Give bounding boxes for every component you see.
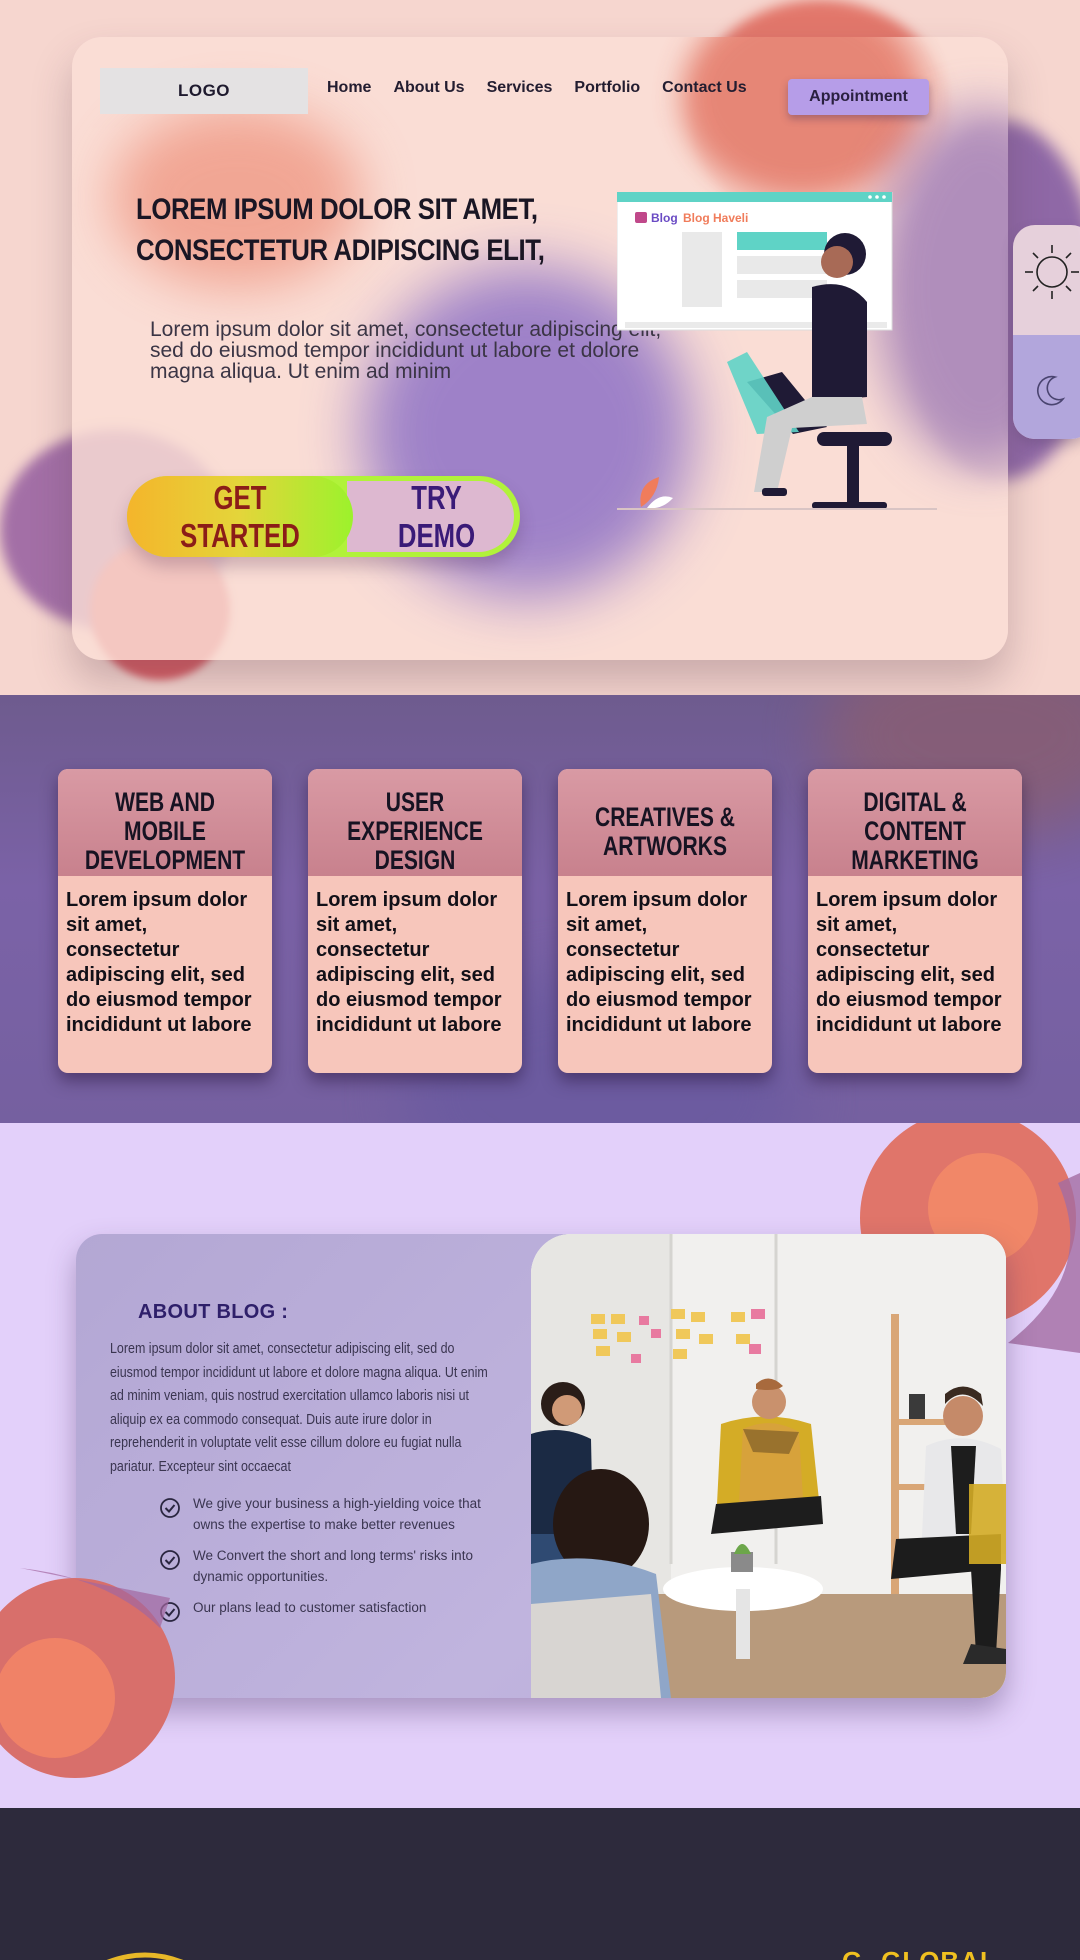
footer-logo-icon: [106, 1952, 184, 1960]
hero-section: LOGO Home About Us Services Portfolio Co…: [0, 0, 1080, 695]
team-meeting-photo: [531, 1234, 1006, 1698]
person-laptop-illustration: Blog Blog Haveli: [617, 192, 937, 510]
nav-about-us[interactable]: About Us: [393, 79, 464, 97]
list-item: We give your business a high-yielding vo…: [159, 1493, 493, 1535]
get-started-button[interactable]: GET STARTED: [127, 476, 353, 557]
nav-contact-us[interactable]: Contact Us: [662, 79, 746, 97]
hero-description: Lorem ipsum dolor sit amet, consectetur …: [150, 318, 662, 383]
list-item: Our plans lead to customer satisfaction: [159, 1597, 493, 1623]
decorative-swirl: [0, 1568, 175, 1778]
decorative-blob: [682, 37, 922, 197]
appointment-button[interactable]: Appointment: [788, 79, 929, 115]
check-circle-icon: [160, 1498, 180, 1518]
hero-title-line-1: LOREM IPSUM DOLOR SIT AMET,: [136, 193, 538, 226]
cta-group: GET STARTED TRY DEMO: [127, 476, 520, 557]
nav-services[interactable]: Services: [487, 79, 553, 97]
hero-title: LOREM IPSUM DOLOR SIT AMET, CONSECTETUR …: [136, 189, 545, 271]
theme-toggle[interactable]: [1013, 225, 1080, 439]
service-description: Lorem ipsum dolor sit amet, consectetur …: [816, 889, 1002, 1036]
service-card-ux-design[interactable]: USER EXPERIENCE DESIGN Lorem ipsum dolor…: [308, 769, 522, 1073]
about-title: ABOUT BLOG :: [138, 1301, 289, 1323]
hero-title-line-2: CONSECTETUR ADIPISCING ELIT,: [136, 234, 545, 267]
illustration-brand: Blog Haveli: [683, 211, 748, 225]
try-demo-button[interactable]: TRY DEMO: [353, 476, 520, 557]
hero-card: LOGO Home About Us Services Portfolio Co…: [72, 37, 1008, 660]
footer-section: G- GLOBAL: [0, 1808, 1080, 1960]
service-card-creatives[interactable]: CREATIVES & ARTWORKS Lorem ipsum dolor s…: [558, 769, 772, 1073]
about-points: We give your business a high-yielding vo…: [159, 1493, 493, 1633]
sun-icon[interactable]: [1023, 243, 1080, 301]
nav-home[interactable]: Home: [327, 79, 371, 97]
service-card-digital-marketing[interactable]: DIGITAL & CONTENT MARKETING Lorem ipsum …: [808, 769, 1022, 1073]
service-description: Lorem ipsum dolor sit amet, consectetur …: [66, 889, 252, 1036]
footer-brand: G- GLOBAL: [842, 1946, 997, 1960]
about-section: ABOUT BLOG : Lorem ipsum dolor sit amet,…: [0, 1123, 1080, 1808]
svg-text:Blog: Blog: [651, 211, 678, 225]
services-section: WEB AND MOBILE DEVELOPMENT Lorem ipsum d…: [0, 695, 1080, 1123]
about-text: Lorem ipsum dolor sit amet, consectetur …: [110, 1341, 488, 1475]
service-description: Lorem ipsum dolor sit amet, consectetur …: [316, 889, 502, 1036]
list-item: We Convert the short and long terms' ris…: [159, 1545, 493, 1587]
service-title: DIGITAL & CONTENT MARKETING: [851, 787, 979, 875]
service-card-web-mobile[interactable]: WEB AND MOBILE DEVELOPMENT Lorem ipsum d…: [58, 769, 272, 1073]
logo[interactable]: LOGO: [100, 68, 308, 114]
service-description: Lorem ipsum dolor sit amet, consectetur …: [566, 889, 752, 1036]
main-nav: Home About Us Services Portfolio Contact…: [327, 79, 769, 97]
about-card: ABOUT BLOG : Lorem ipsum dolor sit amet,…: [76, 1234, 1006, 1698]
service-title: USER EXPERIENCE DESIGN: [347, 787, 483, 875]
nav-portfolio[interactable]: Portfolio: [574, 79, 640, 97]
service-title: WEB AND MOBILE DEVELOPMENT: [84, 787, 246, 875]
service-title: CREATIVES & ARTWORKS: [594, 801, 736, 861]
moon-icon[interactable]: [1031, 373, 1067, 409]
